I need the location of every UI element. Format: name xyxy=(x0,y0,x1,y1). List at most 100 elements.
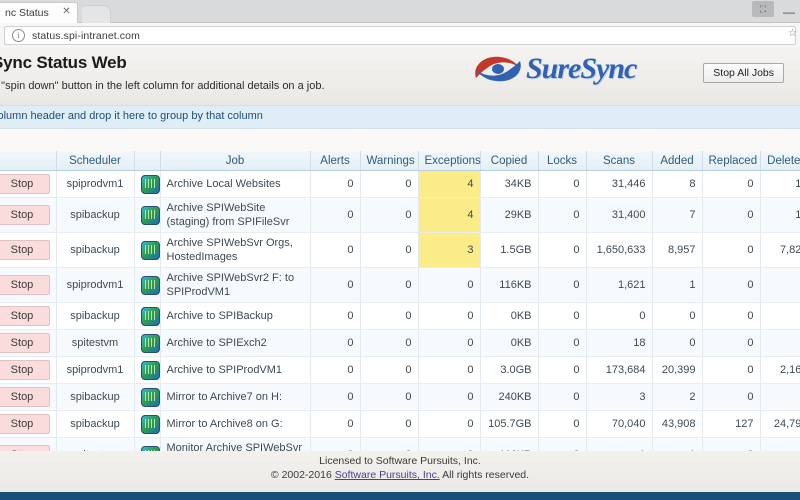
row-action-cell: Stop xyxy=(0,357,56,384)
column-header-locks[interactable]: Locks xyxy=(538,151,586,171)
copied-cell: 29KB xyxy=(480,198,538,233)
table-row[interactable]: StopspibackupArchive SPIWebSite (staging… xyxy=(0,198,800,233)
job-name-label: Archive to SPIProdVM1 xyxy=(167,363,304,377)
scans-cell: 31,400 xyxy=(586,198,652,233)
stop-job-button[interactable]: Stop xyxy=(0,174,50,194)
added-cell: 8 xyxy=(652,171,702,198)
table-row[interactable]: StopspibackupArchive to SPIBackup0000KB0… xyxy=(0,303,800,330)
column-header-exceptions[interactable]: Exceptions xyxy=(418,151,480,171)
job-status-cell xyxy=(134,303,160,330)
table-row[interactable]: StopspibackupMirror to Archive8 on G:000… xyxy=(0,411,800,438)
address-bar[interactable]: i status.spi-intranet.com xyxy=(4,26,796,45)
column-header-job[interactable]: Job xyxy=(160,151,310,171)
warnings-cell: 0 xyxy=(360,411,418,438)
table-row[interactable]: Stopspiprodvm1Archive Local Websites0043… xyxy=(0,171,800,198)
url-text: status.spi-intranet.com xyxy=(32,30,140,42)
scans-cell: 173,684 xyxy=(586,357,652,384)
column-header-replaced[interactable]: Replaced xyxy=(702,151,760,171)
new-tab-icon[interactable] xyxy=(82,5,111,23)
column-header-copied[interactable]: Copied xyxy=(480,151,538,171)
job-name-label: Archive to SPIBackup xyxy=(167,309,304,323)
info-icon[interactable]: i xyxy=(12,29,25,42)
logo-text: SureSync xyxy=(526,52,636,86)
alerts-cell: 0 xyxy=(310,233,360,268)
column-header-warnings[interactable]: Warnings xyxy=(360,151,418,171)
locks-cell: 0 xyxy=(538,233,586,268)
software-pursuits-link[interactable]: Software Pursuits, Inc. xyxy=(335,469,440,481)
job-name-cell: Archive SPIWebSvr Orgs, HostedImages xyxy=(160,233,310,268)
alerts-cell: 0 xyxy=(310,357,360,384)
job-name-label: Mirror to Archive7 on H: xyxy=(167,390,304,404)
job-status-cell xyxy=(134,384,160,411)
job-name-cell: Archive Local Websites xyxy=(160,171,310,198)
job-name-label: Archive SPIWebSvr Orgs, HostedImages xyxy=(167,236,304,264)
stop-job-button[interactable]: Stop xyxy=(0,414,50,434)
added-cell: 8,957 xyxy=(652,233,702,268)
exceptions-cell: 0 xyxy=(418,268,480,303)
job-name-label: Archive Local Websites xyxy=(167,177,304,191)
column-header-deleted[interactable]: Deleted xyxy=(760,151,800,171)
stop-job-button[interactable]: Stop xyxy=(0,205,50,225)
scheduler-cell: spiprodvm1 xyxy=(56,357,134,384)
job-running-icon xyxy=(141,175,160,194)
browser-tab[interactable]: nc Status ✕ xyxy=(0,2,78,23)
warnings-cell: 0 xyxy=(360,357,418,384)
job-running-icon xyxy=(141,334,160,353)
scans-cell: 0 xyxy=(586,303,652,330)
deleted-cell: 24,797 xyxy=(760,411,800,438)
row-action-cell: Stop xyxy=(0,268,56,303)
copied-cell: 3.0GB xyxy=(480,357,538,384)
close-icon[interactable]: ✕ xyxy=(61,6,72,17)
group-by-dropzone[interactable]: column header and drop it here to group … xyxy=(0,106,800,129)
page-subtitle: e "spin down" button in the left column … xyxy=(0,80,325,92)
scheduler-cell: spibackup xyxy=(56,384,134,411)
scans-cell: 31,446 xyxy=(586,171,652,198)
stop-all-jobs-button[interactable]: Stop All Jobs xyxy=(703,63,784,83)
replaced-cell: 127 xyxy=(702,411,760,438)
column-header-action[interactable] xyxy=(0,151,56,171)
added-cell: 0 xyxy=(652,303,702,330)
grid-header-row: Scheduler Job Alerts Warnings Exceptions… xyxy=(0,151,800,171)
column-header-icon[interactable] xyxy=(134,151,160,171)
footer-copyright-prefix: © 2002-2016 xyxy=(271,469,335,481)
stop-job-button[interactable]: Stop xyxy=(0,360,50,380)
replaced-cell: 0 xyxy=(702,233,760,268)
scans-cell: 70,040 xyxy=(586,411,652,438)
stop-job-button[interactable]: Stop xyxy=(0,306,50,326)
minimize-icon[interactable]: — xyxy=(782,1,796,17)
browser-tab-strip: nc Status ✕ ⛶ — xyxy=(0,0,800,23)
stop-job-button[interactable]: Stop xyxy=(0,387,50,407)
table-row[interactable]: StopspitestvmArchive to SPIExch20000KB01… xyxy=(0,330,800,357)
job-name-cell: Archive to SPIBackup xyxy=(160,303,310,330)
group-by-label: column header and drop it here to group … xyxy=(0,110,263,122)
copied-cell: 240KB xyxy=(480,384,538,411)
job-name-label: Archive SPIWebSvr2 F: to SPIProdVM1 xyxy=(167,271,304,299)
column-header-alerts[interactable]: Alerts xyxy=(310,151,360,171)
column-header-added[interactable]: Added xyxy=(652,151,702,171)
column-header-scans[interactable]: Scans xyxy=(586,151,652,171)
footer-copyright: © 2002-2016 Software Pursuits, Inc. All … xyxy=(0,468,800,482)
replaced-cell: 0 xyxy=(702,268,760,303)
replaced-cell: 0 xyxy=(702,384,760,411)
stop-job-button[interactable]: Stop xyxy=(0,275,50,295)
footer-license: Licensed to Software Pursuits, Inc. xyxy=(0,454,800,468)
scheduler-cell: spibackup xyxy=(56,411,134,438)
table-row[interactable]: StopspibackupMirror to Archive7 on H:000… xyxy=(0,384,800,411)
stop-job-button[interactable]: Stop xyxy=(0,333,50,353)
deleted-cell: 0 xyxy=(760,330,800,357)
locks-cell: 0 xyxy=(538,268,586,303)
column-header-scheduler[interactable]: Scheduler xyxy=(56,151,134,171)
stop-job-button[interactable]: Stop xyxy=(0,240,50,260)
star-icon[interactable]: ☆ xyxy=(788,28,797,39)
warnings-cell: 0 xyxy=(360,233,418,268)
table-row[interactable]: StopspibackupArchive SPIWebSvr Orgs, Hos… xyxy=(0,233,800,268)
warnings-cell: 0 xyxy=(360,198,418,233)
restore-icon[interactable]: ⛶ xyxy=(752,1,774,17)
scheduler-cell: spiprodvm1 xyxy=(56,171,134,198)
page-footer: Licensed to Software Pursuits, Inc. © 20… xyxy=(0,451,800,492)
page-title: Sync Status Web xyxy=(0,53,127,73)
exceptions-cell: 0 xyxy=(418,330,480,357)
table-row[interactable]: Stopspiprodvm1Archive to SPIProdVM10003.… xyxy=(0,357,800,384)
browser-tab-title: nc Status xyxy=(5,7,49,19)
table-row[interactable]: Stopspiprodvm1Archive SPIWebSvr2 F: to S… xyxy=(0,268,800,303)
